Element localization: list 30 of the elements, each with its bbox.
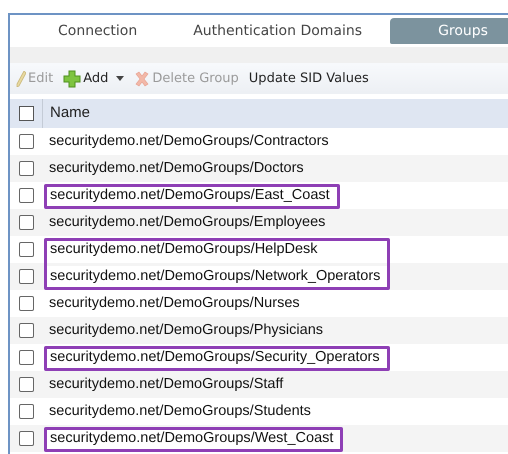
checkbox[interactable] (19, 431, 34, 446)
table-cell-text: securitydemo.net/DemoGroups/Nurses (48, 294, 301, 313)
table-cell-text: securitydemo.net/DemoGroups/Students (48, 402, 312, 421)
cross-icon (134, 70, 150, 86)
checkbox[interactable] (19, 269, 34, 284)
checkbox[interactable] (19, 134, 34, 149)
checkbox[interactable] (19, 404, 34, 419)
checkbox[interactable] (19, 296, 34, 311)
table-cell-text: securitydemo.net/DemoGroups/Employees (48, 212, 326, 232)
checkbox[interactable] (19, 377, 34, 392)
checkbox[interactable] (19, 161, 34, 176)
pencil-icon (16, 70, 26, 86)
caret-icon (116, 76, 124, 81)
tab[interactable]: Connection (50, 18, 146, 44)
checkbox[interactable] (19, 350, 34, 365)
table-cell: securitydemo.net/DemoGroups/Network_Operators (47, 266, 388, 288)
checkbox[interactable] (19, 323, 34, 338)
table-cell-text: securitydemo.net/DemoGroups/Contractors (48, 132, 330, 151)
table-cell-text: securitydemo.net/DemoGroups/Doctors (48, 158, 305, 178)
table-cell-text: securitydemo.net/DemoGroups/Staff (48, 374, 284, 394)
tab[interactable]: Authentication Domains (185, 18, 370, 44)
checkbox[interactable] (19, 215, 34, 230)
column-header[interactable]: Name (50, 102, 90, 125)
checkbox[interactable] (19, 188, 34, 203)
checkbox[interactable] (19, 242, 34, 257)
toolbar-button[interactable]: Update SID Values (248, 68, 369, 88)
add-menu-button[interactable]: Add (63, 68, 124, 88)
plus-icon (63, 70, 82, 88)
checkbox[interactable] (19, 106, 34, 121)
table-cell-text: securitydemo.net/DemoGroups/Physicians (48, 320, 324, 340)
